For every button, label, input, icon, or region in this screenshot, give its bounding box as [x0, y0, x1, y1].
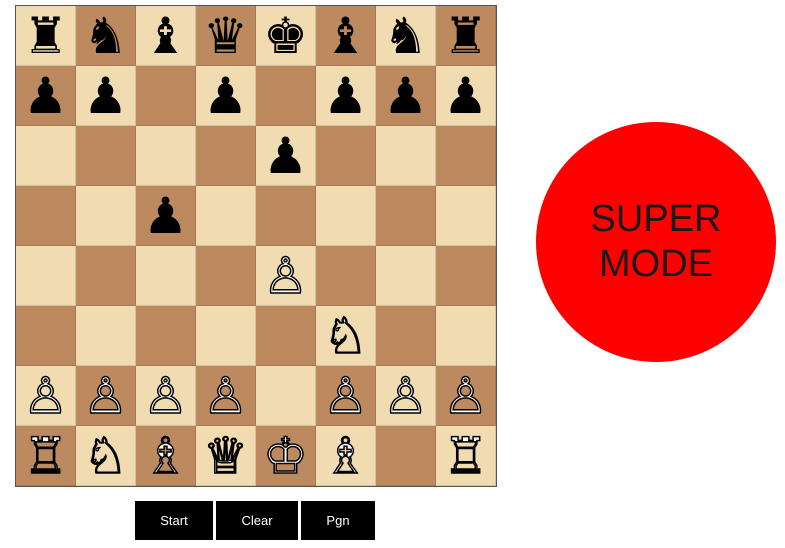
- start-button[interactable]: Start: [135, 501, 213, 540]
- square-b4[interactable]: [76, 246, 136, 306]
- square-e5[interactable]: [256, 186, 316, 246]
- square-a3[interactable]: [16, 306, 76, 366]
- square-h1[interactable]: ♖: [436, 426, 496, 486]
- square-e2[interactable]: [256, 366, 316, 426]
- square-c1[interactable]: ♗: [136, 426, 196, 486]
- square-c6[interactable]: [136, 126, 196, 186]
- square-d8[interactable]: ♛: [196, 6, 256, 66]
- square-b1[interactable]: ♘: [76, 426, 136, 486]
- square-f2[interactable]: ♙: [316, 366, 376, 426]
- square-e7[interactable]: [256, 66, 316, 126]
- square-b2[interactable]: ♙: [76, 366, 136, 426]
- square-a7[interactable]: ♟: [16, 66, 76, 126]
- square-d1[interactable]: ♕: [196, 426, 256, 486]
- square-a4[interactable]: [16, 246, 76, 306]
- square-h4[interactable]: [436, 246, 496, 306]
- square-d4[interactable]: [196, 246, 256, 306]
- square-d3[interactable]: [196, 306, 256, 366]
- square-d6[interactable]: [196, 126, 256, 186]
- square-g4[interactable]: [376, 246, 436, 306]
- square-e4[interactable]: ♙: [256, 246, 316, 306]
- square-c2[interactable]: ♙: [136, 366, 196, 426]
- square-h8[interactable]: ♜: [436, 6, 496, 66]
- square-d2[interactable]: ♙: [196, 366, 256, 426]
- square-g1[interactable]: [376, 426, 436, 486]
- square-f5[interactable]: [316, 186, 376, 246]
- square-b7[interactable]: ♟: [76, 66, 136, 126]
- square-a5[interactable]: [16, 186, 76, 246]
- square-e1[interactable]: ♔: [256, 426, 316, 486]
- square-g7[interactable]: ♟: [376, 66, 436, 126]
- square-f8[interactable]: ♝: [316, 6, 376, 66]
- square-h6[interactable]: [436, 126, 496, 186]
- square-a1[interactable]: ♖: [16, 426, 76, 486]
- square-d5[interactable]: [196, 186, 256, 246]
- square-b5[interactable]: [76, 186, 136, 246]
- square-c8[interactable]: ♝: [136, 6, 196, 66]
- super-mode-label-line1: SUPER: [590, 198, 722, 240]
- square-f4[interactable]: [316, 246, 376, 306]
- square-c4[interactable]: [136, 246, 196, 306]
- square-h7[interactable]: ♟: [436, 66, 496, 126]
- square-a2[interactable]: ♙: [16, 366, 76, 426]
- square-b8[interactable]: ♞: [76, 6, 136, 66]
- square-f3[interactable]: ♘: [316, 306, 376, 366]
- square-d7[interactable]: ♟: [196, 66, 256, 126]
- square-g6[interactable]: [376, 126, 436, 186]
- board-controls: Start Clear Pgn: [135, 501, 375, 540]
- square-a6[interactable]: [16, 126, 76, 186]
- square-g3[interactable]: [376, 306, 436, 366]
- super-mode-button[interactable]: SUPER MODE: [536, 122, 776, 362]
- square-f6[interactable]: [316, 126, 376, 186]
- square-e6[interactable]: ♟: [256, 126, 316, 186]
- square-c7[interactable]: [136, 66, 196, 126]
- square-f7[interactable]: ♟: [316, 66, 376, 126]
- square-e8[interactable]: ♚: [256, 6, 316, 66]
- square-h3[interactable]: [436, 306, 496, 366]
- square-h5[interactable]: [436, 186, 496, 246]
- square-g2[interactable]: ♙: [376, 366, 436, 426]
- square-a8[interactable]: ♜: [16, 6, 76, 66]
- super-mode-label-line2: MODE: [599, 243, 713, 285]
- chess-board: ♜ ♞ ♝ ♛ ♚ ♝ ♞ ♜ ♟ ♟ ♟ ♟ ♟ ♟ ♟ ♟ ♙ ♘ ♙ ♙ ♙ ♙ ♙ ♙ ♙ ♖ ♘ ♗ ♕ ♔ ♗ ♖: [15, 5, 497, 487]
- square-e3[interactable]: [256, 306, 316, 366]
- square-h2[interactable]: ♙: [436, 366, 496, 426]
- square-b6[interactable]: [76, 126, 136, 186]
- square-c3[interactable]: [136, 306, 196, 366]
- square-c5[interactable]: ♟: [136, 186, 196, 246]
- square-g5[interactable]: [376, 186, 436, 246]
- clear-button[interactable]: Clear: [216, 501, 298, 540]
- pgn-button[interactable]: Pgn: [301, 501, 375, 540]
- square-g8[interactable]: ♞: [376, 6, 436, 66]
- square-f1[interactable]: ♗: [316, 426, 376, 486]
- square-b3[interactable]: [76, 306, 136, 366]
